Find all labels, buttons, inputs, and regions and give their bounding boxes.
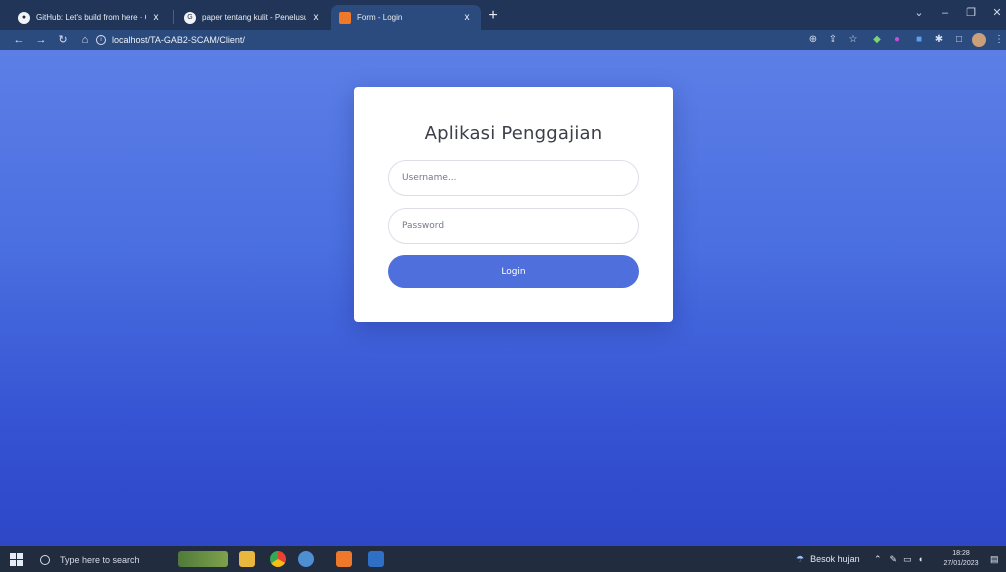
close-window-button[interactable]: ✕ — [984, 0, 1006, 30]
forward-icon[interactable]: → — [32, 31, 50, 49]
login-card: Aplikasi Penggajian Login — [354, 87, 673, 322]
search-placeholder: Type here to search — [60, 555, 140, 565]
back-icon[interactable]: ← — [10, 31, 28, 49]
close-icon[interactable]: x — [310, 12, 322, 23]
windows-start-icon[interactable] — [10, 553, 24, 566]
site-info-icon[interactable]: i — [96, 35, 106, 45]
tab-title: Form - Login — [357, 13, 403, 22]
clock-date: 27/01/2023 — [943, 560, 979, 567]
home-icon[interactable]: ⌂ — [76, 31, 94, 49]
username-input[interactable] — [388, 160, 639, 196]
github-icon: ● — [18, 11, 30, 24]
search-icon — [40, 555, 50, 565]
restore-button[interactable]: ❐ — [958, 0, 984, 30]
extensions-puzzle-icon[interactable]: ✱ — [932, 33, 946, 47]
weather-widget[interactable]: ☂ Besok hujan — [796, 550, 860, 568]
news-widget-icon[interactable] — [178, 551, 228, 567]
tab-search-icon[interactable]: ⌄ — [906, 0, 932, 30]
minimize-button[interactable]: – — [932, 0, 958, 30]
password-input[interactable] — [388, 208, 639, 244]
address-bar[interactable]: i localhost/TA-GAB2-SCAM/Client/ — [96, 32, 245, 48]
extension-icon[interactable]: ● — [890, 33, 904, 47]
chevron-up-icon[interactable]: ⌃ — [874, 554, 882, 565]
word-icon[interactable] — [368, 551, 384, 567]
sidepanel-icon[interactable]: □ — [952, 33, 966, 47]
menu-icon[interactable]: ⋮ — [992, 33, 1006, 47]
chrome-icon[interactable] — [270, 551, 286, 567]
clock-time: 18:28 — [952, 550, 970, 557]
tab-strip: ● GitHub: Let's build from here · G x G … — [0, 0, 1006, 30]
share-icon[interactable]: ⇪ — [826, 33, 840, 47]
tab-google-search[interactable]: G paper tentang kulit - Penelusuran x — [176, 5, 330, 30]
battery-icon[interactable]: ▭ — [903, 554, 912, 565]
tab-divider — [173, 10, 174, 24]
extension-icon[interactable]: ◆ — [870, 33, 884, 47]
tab-form-login[interactable]: Form - Login x — [331, 5, 481, 30]
tab-title: GitHub: Let's build from here · G — [36, 13, 146, 22]
xampp-icon[interactable] — [336, 551, 352, 567]
extension-icon[interactable]: ■ — [912, 33, 926, 47]
taskbar-search[interactable]: Type here to search — [40, 551, 140, 569]
system-tray: ⌃ ✎ ▭ ◖ — [874, 550, 923, 568]
page-title: Aplikasi Penggajian — [424, 123, 603, 144]
reload-icon[interactable]: ↻ — [54, 31, 72, 49]
tab-title: paper tentang kulit - Penelusuran — [202, 13, 306, 22]
pen-icon[interactable]: ✎ — [890, 554, 898, 565]
umbrella-icon: ☂ — [796, 553, 805, 564]
google-icon: G — [184, 11, 196, 24]
bookmark-star-icon[interactable]: ☆ — [846, 33, 860, 47]
page-viewport: Aplikasi Penggajian Login — [0, 50, 1006, 546]
close-icon[interactable]: x — [461, 12, 473, 23]
weather-text: Besok hujan — [810, 554, 860, 564]
notification-icon[interactable]: ▤ — [990, 550, 999, 568]
close-icon[interactable]: x — [150, 12, 162, 23]
login-button[interactable]: Login — [388, 255, 639, 288]
clock[interactable]: 18:28 27/01/2023 — [938, 549, 984, 569]
tab-github[interactable]: ● GitHub: Let's build from here · G x — [10, 5, 170, 30]
url-text: localhost/TA-GAB2-SCAM/Client/ — [112, 35, 245, 45]
chrome-dev-icon[interactable] — [298, 551, 314, 567]
file-explorer-icon[interactable] — [239, 551, 255, 567]
volume-icon[interactable]: ◖ — [918, 554, 923, 564]
xampp-icon — [339, 11, 351, 24]
new-tab-button[interactable]: + — [483, 6, 503, 26]
zoom-icon[interactable]: ⊕ — [806, 33, 820, 47]
profile-avatar[interactable] — [972, 33, 986, 47]
